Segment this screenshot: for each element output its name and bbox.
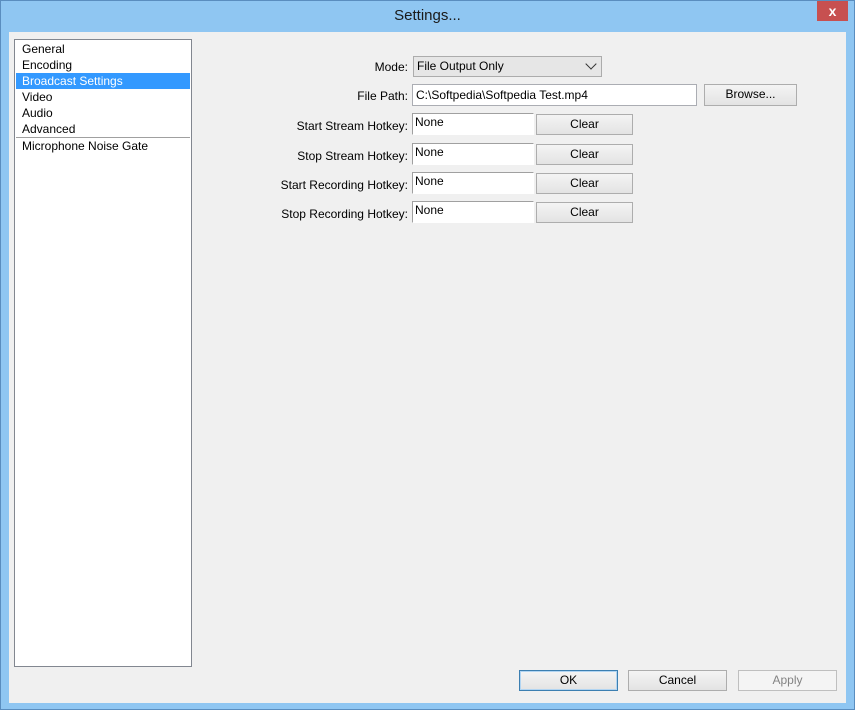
stop-stream-hotkey-field[interactable]: None	[412, 143, 534, 165]
window-title: Settings...	[394, 7, 461, 24]
mode-label: Mode:	[374, 60, 408, 74]
start-recording-hotkey-field[interactable]: None	[412, 172, 534, 194]
mode-select[interactable]: File Output Only	[413, 56, 602, 77]
close-button[interactable]: x	[817, 1, 848, 21]
start-recording-hotkey-label: Start Recording Hotkey:	[280, 178, 408, 192]
settings-window: Settings... x General Encoding Broadcast…	[0, 0, 855, 710]
start-recording-clear-button[interactable]: Clear	[536, 173, 633, 194]
start-stream-hotkey-label: Start Stream Hotkey:	[296, 119, 408, 133]
title-bar[interactable]: Settings... x	[1, 1, 854, 31]
ok-button[interactable]: OK	[519, 670, 618, 691]
stop-recording-clear-button[interactable]: Clear	[536, 202, 633, 223]
dialog-client-area: General Encoding Broadcast Settings Vide…	[9, 32, 846, 703]
start-stream-clear-button[interactable]: Clear	[536, 114, 633, 135]
cancel-button[interactable]: Cancel	[628, 670, 727, 691]
stop-stream-hotkey-label: Stop Stream Hotkey:	[297, 149, 408, 163]
mode-select-value: File Output Only	[417, 59, 504, 73]
file-path-input[interactable]: C:\Softpedia\Softpedia Test.mp4	[412, 84, 697, 106]
start-stream-hotkey-field[interactable]: None	[412, 113, 534, 135]
broadcast-settings-form: Mode: File Output Only File Path: C:\Sof…	[9, 32, 846, 632]
stop-recording-hotkey-field[interactable]: None	[412, 201, 534, 223]
chevron-down-icon	[585, 58, 597, 70]
stop-recording-hotkey-label: Stop Recording Hotkey:	[281, 207, 408, 221]
apply-button[interactable]: Apply	[738, 670, 837, 691]
file-path-label: File Path:	[357, 89, 408, 103]
browse-button[interactable]: Browse...	[704, 84, 797, 106]
close-icon: x	[828, 3, 837, 19]
stop-stream-clear-button[interactable]: Clear	[536, 144, 633, 165]
